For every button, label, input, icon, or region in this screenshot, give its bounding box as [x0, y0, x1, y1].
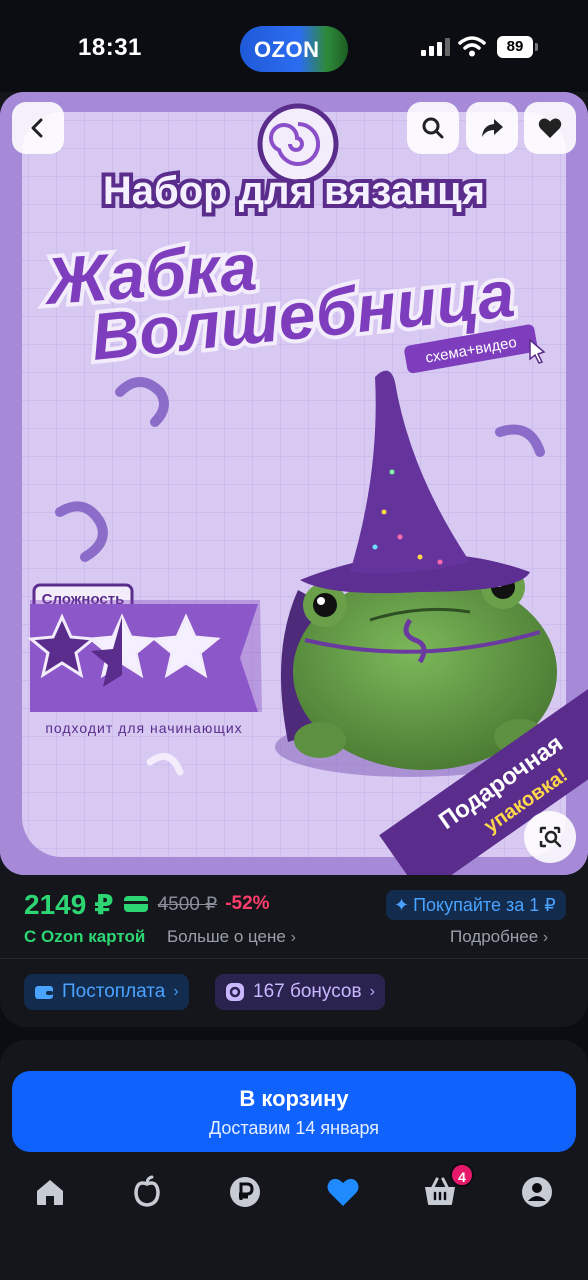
back-button[interactable]: [12, 102, 64, 154]
chevron-right-icon: ›: [290, 929, 296, 946]
chevron-left-icon: [31, 118, 43, 138]
share-button[interactable]: [466, 102, 518, 154]
divider: [0, 958, 588, 959]
visual-search-icon: [539, 826, 562, 848]
dynamic-island-ozon[interactable]: OZON: [240, 26, 348, 72]
ozon-card-label: С Ozon картой: [24, 927, 146, 946]
ozon-logo: OZON: [254, 37, 320, 62]
details-label: Подробнее: [450, 927, 539, 946]
finance-icon: [230, 1177, 260, 1207]
postpay-pill[interactable]: Постоплата ›: [24, 974, 189, 1010]
home-icon: [37, 1180, 63, 1205]
tab-fresh[interactable]: [129, 1174, 165, 1210]
buy-for-one-label: Покупайте за 1 ₽: [413, 894, 556, 915]
tab-favorites[interactable]: [325, 1174, 361, 1210]
chevron-right-icon: ›: [369, 983, 375, 1000]
share-icon: [482, 119, 503, 137]
more-about-price-label: Больше о цене: [167, 927, 286, 946]
favorites-icon: [327, 1178, 359, 1206]
suitable-note: подходит для начинающих: [45, 720, 242, 736]
details-link[interactable]: Подробнее ›: [450, 927, 548, 947]
heart-icon: [538, 118, 562, 138]
battery-indicator: 89: [497, 36, 533, 58]
ozon-card-icon: [123, 896, 148, 912]
old-price: 4500 ₽: [157, 893, 218, 915]
wallet-icon: [35, 986, 53, 999]
more-about-price-link[interactable]: Больше о цене ›: [167, 927, 296, 947]
buy-for-one-button[interactable]: ✦ Покупайте за 1 ₽: [386, 890, 566, 920]
fresh-icon: [134, 1175, 160, 1207]
cellular-signal-icon: [421, 38, 450, 56]
add-to-cart-button[interactable]: В корзину Доставим 14 января: [12, 1071, 576, 1152]
chevron-right-icon: ›: [173, 983, 179, 1000]
bonuses-pill[interactable]: 167 бонусов ›: [215, 974, 385, 1010]
tab-finance[interactable]: [227, 1174, 263, 1210]
search-button[interactable]: [407, 102, 459, 154]
profile-icon: [522, 1177, 552, 1207]
favorite-button[interactable]: [524, 102, 576, 154]
delivery-date: Доставим 14 января: [208, 1118, 380, 1138]
tab-home[interactable]: [32, 1174, 68, 1210]
kit-title: Набор для вязанця: [103, 169, 485, 213]
status-bar: 18:31 OZON 89: [0, 0, 588, 92]
visual-search-button[interactable]: [524, 811, 576, 863]
bonus-icon: [226, 983, 244, 1001]
product-card: Набор для вязанця Жабка Волшебница схема…: [0, 92, 588, 1027]
product-image-gallery[interactable]: Набор для вязанця Жабка Волшебница схема…: [0, 92, 588, 875]
status-time: 18:31: [78, 34, 142, 61]
battery-tip: [535, 43, 538, 51]
bottom-tab-bar: [0, 1160, 588, 1232]
discount-badge: -52%: [225, 893, 270, 914]
chevron-right-icon: ›: [542, 929, 549, 946]
cart-count-badge: 4: [450, 1163, 474, 1187]
search-icon: [422, 117, 444, 139]
wifi-icon: [458, 36, 486, 57]
bonuses-label: 167 бонусов: [253, 981, 362, 1002]
current-price: 2149 ₽: [24, 888, 114, 920]
add-to-cart-label: В корзину: [239, 1086, 349, 1111]
sparkle-icon: ✦: [394, 894, 410, 915]
price-row: 2149 ₽ 4500 ₽ -52%: [24, 887, 270, 921]
product-image: Набор для вязанця Жабка Волшебница схема…: [0, 92, 588, 875]
postpay-label: Постоплата: [62, 981, 166, 1002]
tab-profile[interactable]: [519, 1174, 555, 1210]
